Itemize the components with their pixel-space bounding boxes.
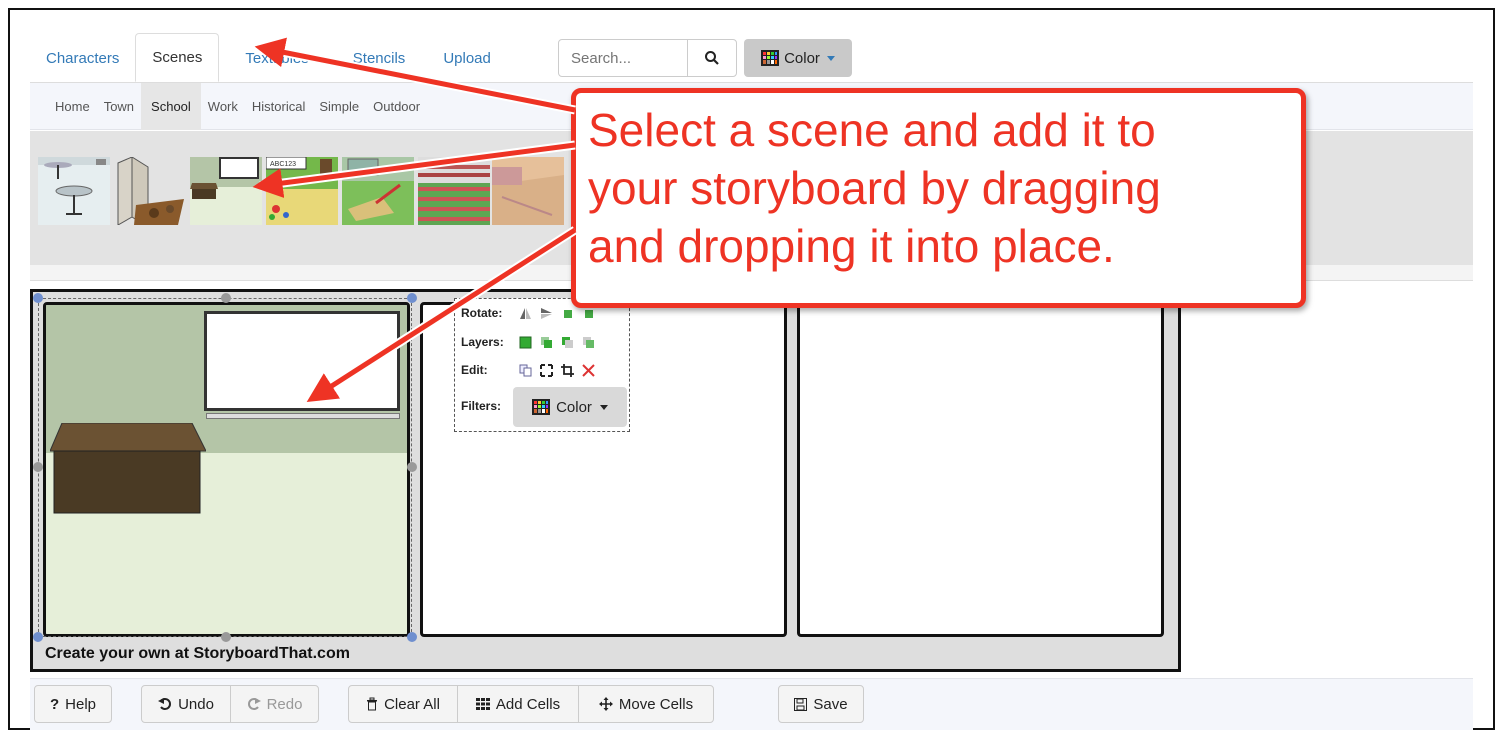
scene-thumb-lockers[interactable]	[114, 156, 186, 228]
scene-thumb-gym[interactable]	[492, 157, 564, 225]
bring-to-front-icon[interactable]	[519, 336, 532, 349]
add-cells-button[interactable]: Add Cells	[457, 685, 579, 723]
resize-handle[interactable]	[407, 293, 417, 303]
copy-icon[interactable]	[519, 364, 532, 377]
edit-label: Edit:	[461, 363, 488, 377]
scene-thumb-alphabet-room[interactable]: ABC123	[265, 156, 338, 225]
subtab-town[interactable]: Town	[97, 83, 141, 130]
chevron-down-icon	[599, 404, 608, 410]
tab-label: Stencils	[352, 49, 406, 67]
subtab-outdoor[interactable]: Outdoor	[366, 83, 427, 130]
resize-handle[interactable]	[407, 462, 417, 472]
tab-label: Upload	[443, 49, 491, 67]
scene-thumb-track-field[interactable]	[418, 157, 490, 225]
question-icon: ?	[49, 695, 60, 713]
scene-thumb-playground[interactable]	[342, 157, 414, 225]
color-filter-button[interactable]: Color	[744, 39, 852, 77]
grid-icon	[475, 698, 490, 710]
callout-line-1: Select a scene and add it to	[588, 104, 1156, 156]
filters-color-label: Color	[556, 398, 592, 416]
layers-label: Layers:	[461, 335, 504, 349]
resize-handle[interactable]	[407, 632, 417, 642]
subtab-work[interactable]: Work	[201, 83, 245, 130]
scene-thumb-cafeteria[interactable]	[38, 157, 110, 225]
color-grid-icon	[532, 399, 551, 415]
tab-label: Scenes	[152, 49, 203, 66]
trash-icon	[367, 697, 378, 711]
redo-button[interactable]: Redo	[230, 685, 319, 723]
send-backward-icon[interactable]	[561, 336, 574, 349]
flip-horizontal-icon[interactable]	[519, 307, 532, 320]
resize-handle[interactable]	[33, 632, 43, 642]
undo-label: Undo	[178, 695, 214, 713]
object-toolbox: Rotate: Layers: Edit: Filters: Color	[454, 298, 630, 432]
clear-all-button[interactable]: Clear All	[348, 685, 458, 723]
rotate-left-icon[interactable]	[561, 307, 574, 320]
bring-forward-icon[interactable]	[540, 336, 553, 349]
subtab-school[interactable]: School	[141, 82, 201, 130]
search-input[interactable]	[558, 39, 688, 77]
subtab-simple[interactable]: Simple	[312, 83, 366, 130]
move-icon	[598, 697, 613, 711]
tab-label: Characters	[46, 49, 120, 67]
rotate-label: Rotate:	[461, 306, 503, 320]
redo-icon	[247, 698, 261, 710]
clear-all-label: Clear All	[384, 695, 440, 713]
tab-characters[interactable]: Characters	[30, 34, 135, 82]
category-tabs: Characters Scenes Textables Stencils Upl…	[30, 33, 507, 82]
resize-handle[interactable]	[221, 632, 231, 642]
help-label: Help	[65, 695, 97, 713]
crop-icon[interactable]	[561, 363, 574, 377]
redo-label: Redo	[266, 695, 303, 713]
resize-handle[interactable]	[33, 293, 43, 303]
search-icon	[705, 51, 719, 65]
floppy-disk-icon	[794, 697, 808, 711]
help-button[interactable]: ? Help	[34, 685, 112, 723]
flip-vertical-icon[interactable]	[540, 307, 553, 320]
tab-upload[interactable]: Upload	[421, 34, 507, 82]
instruction-callout: Select a scene and add it to your storyb…	[571, 88, 1306, 308]
add-cells-label: Add Cells	[495, 695, 561, 713]
callout-line-2: your storyboard by dragging	[588, 162, 1161, 214]
move-cells-button[interactable]: Move Cells	[578, 685, 714, 723]
filters-label: Filters:	[461, 399, 502, 413]
subtab-historical[interactable]: Historical	[245, 83, 312, 130]
abc-text: ABC123	[270, 161, 296, 168]
selection-outline	[38, 298, 412, 637]
resize-handle[interactable]	[221, 293, 231, 303]
chevron-down-icon	[826, 55, 835, 61]
rotate-right-icon[interactable]	[582, 307, 595, 320]
tab-scenes[interactable]: Scenes	[135, 33, 220, 82]
callout-line-3: and dropping it into place.	[588, 220, 1115, 272]
scene-thumb-classroom[interactable]	[190, 157, 262, 225]
tab-label: Textables	[245, 49, 309, 67]
tab-textables[interactable]: Textables	[219, 34, 324, 82]
resize-handle[interactable]	[33, 462, 43, 472]
subtab-home[interactable]: Home	[48, 83, 97, 130]
undo-button[interactable]: Undo	[141, 685, 231, 723]
color-grid-icon	[761, 50, 780, 66]
save-button[interactable]: Save	[778, 685, 864, 723]
save-label: Save	[813, 695, 848, 713]
undo-icon	[158, 698, 172, 710]
storyboard-cell-3[interactable]	[797, 302, 1164, 637]
search-button[interactable]	[687, 39, 737, 77]
send-to-back-icon[interactable]	[582, 336, 595, 349]
tab-stencils[interactable]: Stencils	[325, 34, 422, 82]
color-button-label: Color	[784, 49, 820, 67]
storyboard-watermark: Create your own at StoryboardThat.com	[45, 645, 350, 662]
delete-icon[interactable]	[582, 363, 595, 377]
bottom-toolbar: ? Help Undo Redo Clear All Add Cells Mov…	[30, 678, 1473, 730]
resize-icon[interactable]	[540, 363, 553, 377]
filters-color-dropdown[interactable]: Color	[513, 387, 627, 427]
move-cells-label: Move Cells	[618, 695, 694, 713]
